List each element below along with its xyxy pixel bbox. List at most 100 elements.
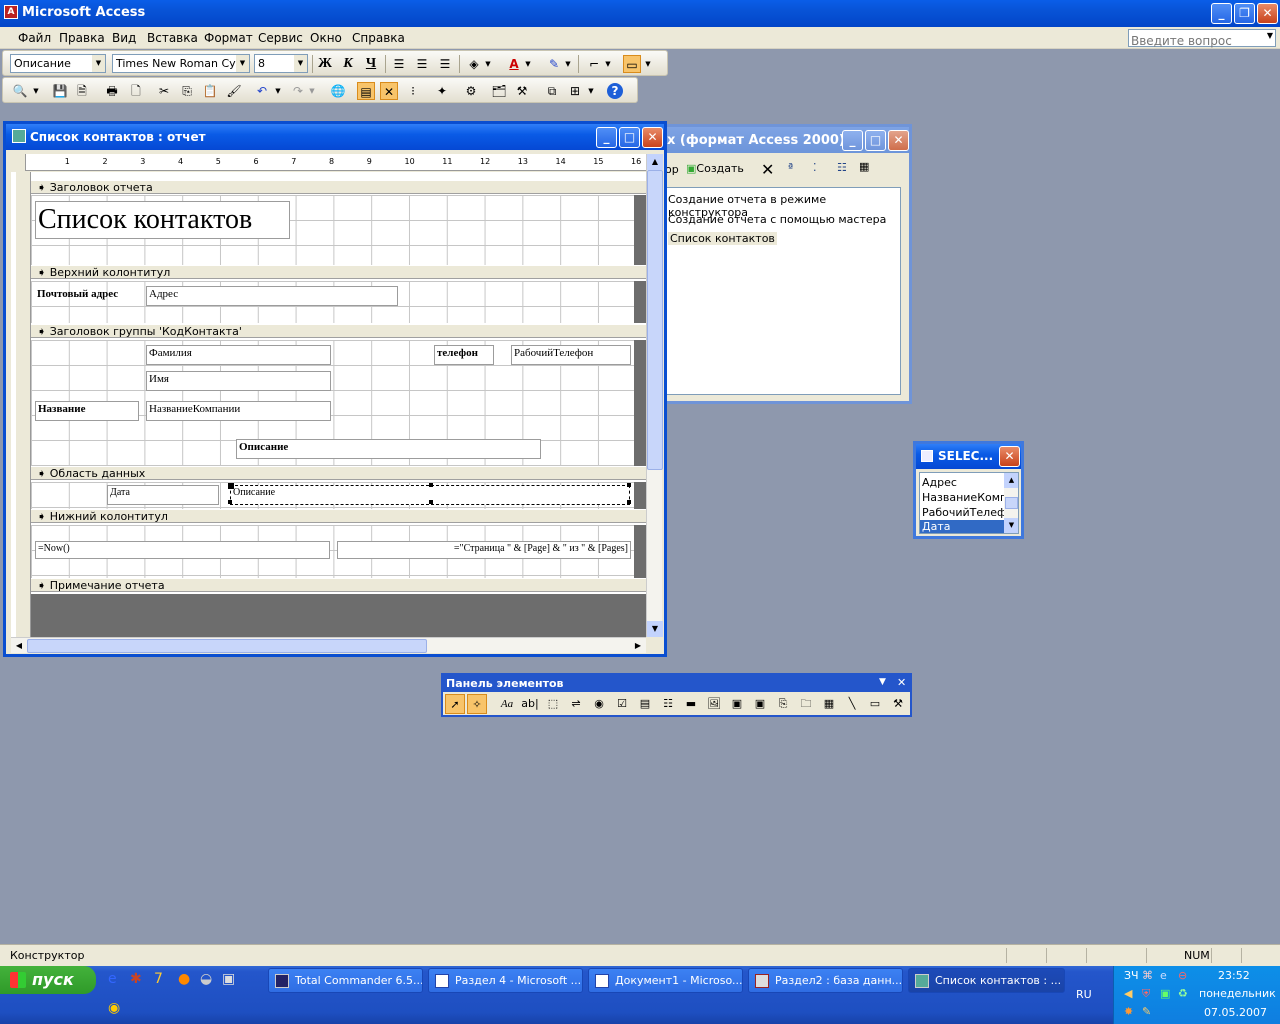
chevron-down-icon[interactable]: ▼ [236, 55, 249, 72]
tray-misc-icon[interactable]: ✎ [1142, 1005, 1151, 1018]
close-icon[interactable]: ✕ [1257, 3, 1278, 24]
address-field[interactable]: Адрес [146, 286, 398, 306]
language-indicator[interactable]: RU [1076, 988, 1092, 1001]
close-icon[interactable]: ✕ [897, 676, 906, 689]
page-break-icon[interactable]: ⎘ [773, 694, 793, 714]
chevron-down-icon[interactable]: ▼ [483, 55, 493, 73]
chevron-down-icon[interactable]: ▼ [523, 55, 533, 73]
scroll-right-icon[interactable]: ▶ [630, 638, 646, 654]
menu-insert[interactable]: Вставка [147, 31, 198, 45]
list-item[interactable]: РабочийТелефон [922, 506, 1006, 519]
field-list-icon[interactable]: ▤ [357, 82, 375, 100]
paste-icon[interactable]: 📋 [201, 82, 219, 100]
hyperlink-icon[interactable]: 🌐 [329, 82, 347, 100]
help-search-input[interactable]: Введите вопрос ▼ [1128, 29, 1276, 48]
scroll-up-icon[interactable]: ▲ [1004, 473, 1018, 488]
scroll-h-thumb[interactable] [27, 639, 427, 653]
clock-time[interactable]: 23:52 [1218, 969, 1250, 982]
properties-icon[interactable]: 🗂 [490, 82, 508, 100]
chevron-down-icon[interactable]: ▼ [879, 677, 886, 687]
selection-handle[interactable] [429, 500, 433, 504]
select-objects-icon[interactable]: ➚ [445, 694, 465, 714]
chevron-down-icon[interactable]: ▼ [92, 55, 105, 72]
tray-update-icon[interactable]: ♻ [1178, 987, 1188, 1000]
list-item-selected[interactable]: Дата [920, 520, 1004, 533]
copy-icon[interactable]: ⎘ [178, 82, 196, 100]
quicklaunch-ie-icon[interactable]: e [108, 971, 124, 987]
quicklaunch-archiver-icon[interactable]: 7 [154, 971, 170, 987]
lastname-field[interactable]: Фамилия [146, 345, 331, 365]
section-report-footer[interactable]: ➧ Примечание отчета [31, 578, 646, 592]
selection-handle[interactable] [228, 500, 232, 504]
maximize-icon[interactable]: □ [619, 127, 640, 148]
list-item[interactable]: Список контактов [668, 232, 777, 245]
page-number-field[interactable]: ="Страница " & [Page] & " из " & [Pages] [337, 541, 631, 559]
section-group-header[interactable]: ➧ Заголовок группы 'КодКонтакта' [31, 324, 646, 338]
tray-antivirus-icon[interactable]: ⛨ [1142, 987, 1150, 1001]
selection-handle[interactable] [228, 483, 234, 489]
quicklaunch-media-icon[interactable]: ◉ [108, 1000, 124, 1016]
scroll-left-icon[interactable]: ◀ [11, 638, 27, 654]
menu-view[interactable]: Вид [112, 31, 136, 45]
start-button[interactable]: пуск [0, 966, 96, 994]
scroll-up-icon[interactable]: ▲ [647, 154, 663, 170]
description-label[interactable]: Описание [236, 439, 541, 459]
align-left-icon[interactable]: ☰ [390, 55, 408, 73]
firstname-field[interactable]: Имя [146, 371, 331, 391]
section-page-header[interactable]: ➧ Верхний колонтитул [31, 265, 646, 279]
chevron-down-icon[interactable]: ▼ [307, 82, 317, 100]
combo-box-icon[interactable]: ▤ [635, 694, 655, 714]
minimize-icon[interactable]: _ [1211, 3, 1232, 24]
scroll-thumb[interactable] [647, 170, 663, 470]
scroll-down-icon[interactable]: ▼ [647, 621, 663, 637]
task-total-commander[interactable]: Total Commander 6.5... [268, 968, 423, 993]
tray-volume-icon[interactable]: ◀ [1124, 987, 1132, 1000]
chevron-down-icon[interactable]: ▼ [1267, 31, 1273, 40]
restore-icon[interactable]: ❐ [1234, 3, 1255, 24]
tray-flag-icon[interactable]: ✸ [1124, 1005, 1133, 1018]
line-tool-icon[interactable]: ╲ [842, 694, 862, 714]
sorting-grouping-icon[interactable]: ⁝ [404, 82, 422, 100]
subform-icon[interactable]: ▦ [819, 694, 839, 714]
chevron-down-icon[interactable]: ▼ [643, 55, 653, 73]
selection-handle[interactable] [627, 483, 631, 487]
textbox-tool-icon[interactable]: ab| [520, 694, 540, 714]
minimize-icon[interactable]: _ [842, 130, 863, 151]
report-title-label[interactable]: Список контактов [35, 201, 290, 239]
horizontal-scrollbar[interactable]: ◀ ▶ [11, 637, 646, 653]
company-label[interactable]: Название [35, 401, 139, 421]
cut-icon[interactable]: ✂ [155, 82, 173, 100]
print-icon[interactable]: 🖶 [103, 82, 121, 100]
vertical-scrollbar[interactable]: ▲ ▼ [646, 154, 663, 637]
close-icon[interactable]: ✕ [999, 446, 1020, 467]
task-document1-word[interactable]: Документ1 - Microso... [588, 968, 743, 993]
align-right-icon[interactable]: ☰ [436, 55, 454, 73]
ruler-corner[interactable] [11, 154, 26, 171]
list-icon[interactable]: ☷ [837, 161, 847, 174]
quicklaunch-app-icon[interactable]: ✱ [130, 971, 146, 987]
chevron-down-icon[interactable]: ▼ [273, 82, 283, 100]
chevron-down-icon[interactable]: ▼ [31, 82, 41, 100]
tray-ie-icon[interactable]: e [1160, 969, 1167, 982]
large-icons-icon[interactable]: ª [788, 161, 793, 174]
view-icon[interactable]: 🔍 [11, 82, 29, 100]
build-icon[interactable]: ⚒ [513, 82, 531, 100]
fill-color-icon[interactable]: ◈ [465, 55, 483, 73]
print-preview-icon[interactable]: 🗋 [127, 82, 145, 100]
scroll-thumb[interactable] [1005, 497, 1018, 509]
toolbox-icon[interactable]: ✕ [380, 82, 398, 100]
selection-handle[interactable] [429, 483, 433, 487]
quicklaunch-player-icon[interactable]: ● [178, 971, 194, 987]
maximize-icon[interactable]: □ [865, 130, 886, 151]
section-report-header[interactable]: ➧ Заголовок отчета [31, 180, 646, 194]
image-tool-icon[interactable]: 🖼 [704, 694, 724, 714]
rectangle-tool-icon[interactable]: ▭ [865, 694, 885, 714]
now-field[interactable]: =Now() [35, 541, 330, 559]
list-item[interactable]: Создание отчета с помощью мастера [668, 213, 886, 226]
new-object-icon[interactable]: ⊞ [566, 82, 584, 100]
font-color-icon[interactable]: A [505, 55, 523, 73]
autoformat-icon[interactable]: ✦ [433, 82, 451, 100]
menu-edit[interactable]: Правка [59, 31, 105, 45]
font-combo[interactable]: Times New Roman Cyr ▼ [112, 54, 250, 73]
bold-button[interactable]: Ж [316, 55, 334, 73]
